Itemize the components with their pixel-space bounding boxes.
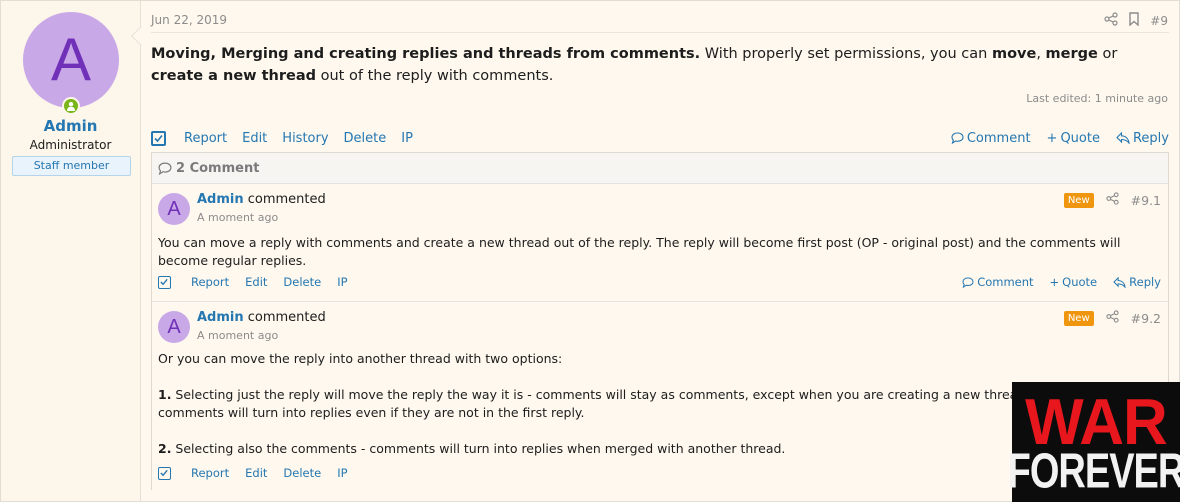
post-number-link[interactable]: #9: [1150, 14, 1168, 28]
ip-link[interactable]: IP: [337, 466, 347, 480]
reply-label: Reply: [1132, 130, 1169, 146]
post-text: ,: [1036, 46, 1046, 62]
report-link[interactable]: Report: [184, 131, 227, 146]
reply-button[interactable]: Reply: [1116, 131, 1169, 146]
comment-tools: New #9.2: [1063, 310, 1161, 326]
option-number: 1.: [158, 387, 172, 402]
comment-button[interactable]: Comment: [962, 275, 1034, 289]
comment-time[interactable]: A moment ago: [197, 329, 278, 342]
option-1: 1. Selecting just the reply will move th…: [158, 386, 1161, 422]
post-text-bold: merge: [1045, 46, 1098, 62]
reply-icon: [1116, 132, 1130, 144]
comment-author: Admin commented: [197, 192, 326, 207]
plus-icon: +: [1049, 275, 1060, 289]
comment-body: You can move a reply with comments and c…: [158, 235, 1121, 268]
comment-label: Comment: [966, 130, 1031, 146]
avatar[interactable]: A: [158, 311, 190, 343]
comment-intro: Or you can move the reply into another t…: [158, 351, 563, 366]
quote-label: Quote: [1060, 130, 1100, 146]
post-text: or: [1097, 46, 1118, 62]
reply-button[interactable]: Reply: [1113, 275, 1161, 289]
last-edited: Last edited: 1 minute ago: [1026, 92, 1168, 105]
delete-link[interactable]: Delete: [344, 131, 387, 146]
post-text: out of the reply with comments.: [316, 68, 554, 84]
post-tools: #9: [1104, 12, 1168, 29]
history-link[interactable]: History: [282, 131, 328, 146]
share-icon[interactable]: [1106, 192, 1119, 208]
ip-link[interactable]: IP: [401, 131, 413, 146]
comment-time[interactable]: A moment ago: [197, 211, 278, 224]
edit-link[interactable]: Edit: [242, 131, 267, 146]
post-text-bold: create a new thread: [151, 68, 317, 84]
post: A Admin Administrator Staff member Jun 2…: [0, 0, 1180, 502]
option-text: Selecting also the comments - comments w…: [171, 441, 786, 456]
comment-tools: New #9.1: [1063, 192, 1161, 208]
delete-link[interactable]: Delete: [283, 275, 321, 289]
select-checkbox[interactable]: [158, 275, 171, 289]
comment-icon: [951, 132, 964, 144]
post-action-bar: Report Edit History Delete IP Comment + …: [151, 128, 1169, 148]
report-link[interactable]: Report: [191, 275, 229, 289]
comment-action-bar: Report Edit Delete IP Comment + Quote Re…: [158, 273, 1161, 291]
post-body: Moving, Merging and creating replies and…: [151, 43, 1169, 87]
post-lead: Moving, Merging and creating replies and…: [151, 46, 701, 62]
comment-body: Or you can move the reply into another t…: [158, 350, 1161, 458]
select-checkbox[interactable]: [158, 466, 171, 480]
comments-header: 2 Comment: [152, 153, 1168, 184]
post-text: With properly set permissions, you can: [700, 46, 992, 62]
share-icon[interactable]: [1106, 310, 1119, 326]
comment-verb: commented: [243, 310, 326, 325]
comment-verb: commented: [243, 192, 326, 207]
header-divider: [151, 32, 1169, 33]
new-badge: New: [1063, 310, 1094, 326]
war-forever-overlay-image: WAR FOREVER: [1008, 382, 1180, 502]
bookmark-icon[interactable]: [1128, 12, 1140, 29]
edit-link[interactable]: Edit: [245, 275, 267, 289]
comment-icon: [158, 162, 172, 175]
quote-button[interactable]: + Quote: [1047, 131, 1100, 146]
comment-number-link[interactable]: #9.1: [1131, 193, 1161, 208]
quote-button[interactable]: + Quote: [1050, 275, 1098, 289]
comment-button[interactable]: Comment: [951, 131, 1031, 146]
staff-badge: Staff member: [12, 156, 131, 176]
avatar[interactable]: A: [23, 12, 119, 108]
comments-count: 2 Comment: [176, 160, 260, 176]
user-title: Administrator: [29, 138, 112, 152]
username-link[interactable]: Admin: [1, 117, 140, 135]
report-link[interactable]: Report: [191, 466, 229, 480]
user-cell: A Admin Administrator Staff member: [1, 1, 151, 501]
reply-icon: [1113, 276, 1126, 288]
username-link[interactable]: Admin: [197, 192, 244, 207]
comment-number-link[interactable]: #9.2: [1131, 311, 1161, 326]
reply-label: Reply: [1129, 275, 1161, 289]
select-checkbox[interactable]: [151, 130, 166, 146]
new-badge: New: [1063, 192, 1094, 208]
plus-icon: +: [1046, 130, 1058, 146]
overlay-line-2: FOREVER: [1007, 444, 1180, 500]
comment-icon: [962, 276, 974, 288]
post-date[interactable]: Jun 22, 2019: [151, 13, 227, 27]
post-text-bold: move: [991, 46, 1037, 62]
comment-item: A Admin commented A moment ago New #9.1 …: [152, 184, 1168, 302]
ip-link[interactable]: IP: [337, 275, 347, 289]
comment-label: Comment: [977, 275, 1034, 289]
comment-author: Admin commented: [197, 310, 326, 325]
quote-label: Quote: [1062, 275, 1098, 289]
option-number: 2.: [158, 441, 172, 456]
share-icon[interactable]: [1104, 12, 1118, 29]
overlay-line-1: WAR: [1025, 386, 1168, 459]
option-text: Selecting just the reply will move the r…: [158, 387, 1107, 420]
edit-link[interactable]: Edit: [245, 466, 267, 480]
delete-link[interactable]: Delete: [283, 466, 321, 480]
online-status-icon: [62, 97, 80, 115]
avatar[interactable]: A: [158, 193, 190, 225]
username-link[interactable]: Admin: [197, 310, 244, 325]
